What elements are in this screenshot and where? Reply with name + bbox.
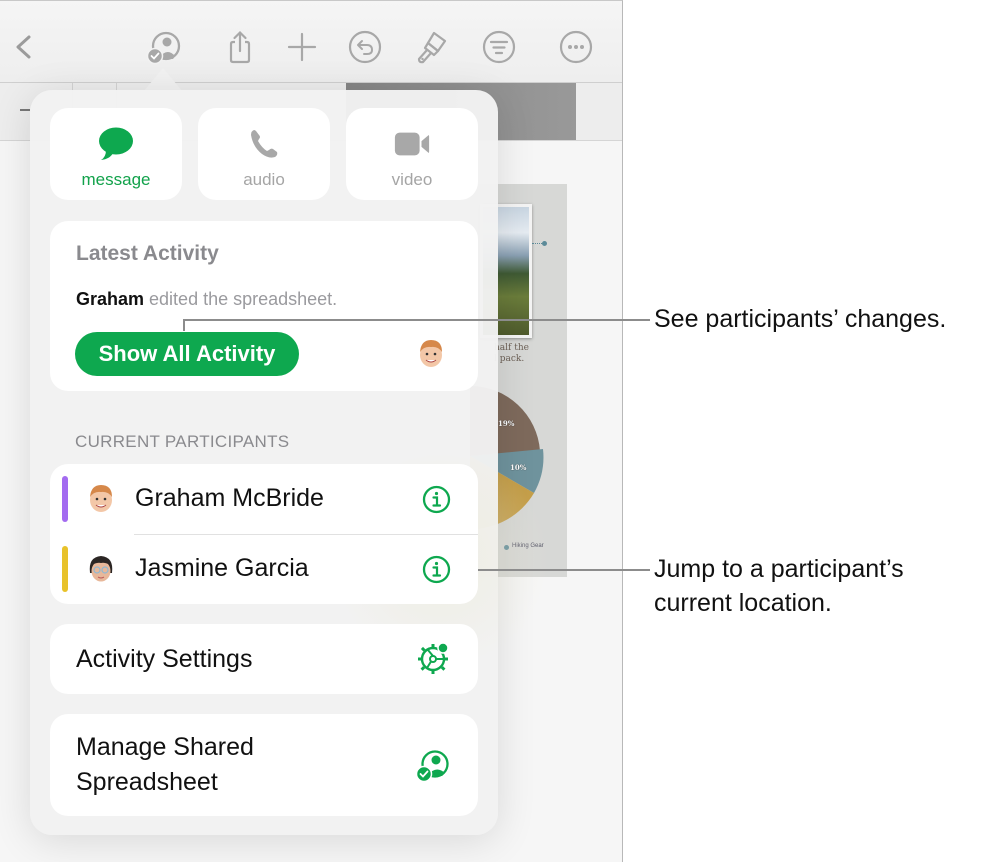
- legend-label: Hiking Gear: [512, 543, 544, 549]
- back-chevron-icon[interactable]: [6, 29, 42, 65]
- message-bubble-icon: [97, 127, 135, 161]
- audio-button[interactable]: audio: [198, 108, 330, 200]
- participants-card: Graham McBride Jasmine Garcia: [50, 464, 478, 604]
- callout-line-text: current location.: [654, 589, 832, 617]
- activity-action: edited the spreadsheet.: [144, 289, 338, 309]
- pie-label: 19%: [498, 419, 515, 428]
- format-brush-icon[interactable]: [414, 29, 450, 65]
- latest-activity-title: Latest Activity: [76, 242, 219, 265]
- callout-leader-line: [183, 319, 185, 331]
- participant-color-bar: [62, 546, 68, 592]
- legend-swatch: [504, 545, 509, 550]
- pie-label: 10%: [510, 463, 527, 472]
- caption-line: half the: [494, 343, 529, 353]
- manage-shared-spreadsheet-button[interactable]: Manage Shared Spreadsheet: [50, 714, 478, 816]
- callout-leader-line: [478, 569, 650, 571]
- info-icon[interactable]: [422, 555, 451, 584]
- message-label: message: [81, 170, 151, 189]
- callout-see-changes: See participants’ changes.: [654, 305, 947, 333]
- share-icon[interactable]: [222, 29, 258, 65]
- video-camera-icon: [393, 127, 431, 161]
- add-icon[interactable]: [284, 29, 320, 65]
- minus-icon[interactable]: [20, 109, 30, 111]
- activity-actor: Graham: [76, 289, 145, 309]
- info-icon[interactable]: [422, 485, 451, 514]
- callout-jump-location: Jump to a participant’s current location…: [654, 552, 904, 620]
- collaborate-icon[interactable]: [146, 29, 182, 65]
- participant-name: Jasmine Garcia: [135, 554, 309, 582]
- participant-row[interactable]: Graham McBride: [50, 464, 478, 535]
- callout-leader-line: [183, 319, 650, 321]
- video-button[interactable]: video: [346, 108, 478, 200]
- jasmine-avatar: [88, 553, 114, 583]
- audio-label: audio: [243, 170, 285, 189]
- undo-icon[interactable]: [347, 29, 383, 65]
- activity-settings-label: Activity Settings: [76, 645, 253, 673]
- message-button[interactable]: message: [50, 108, 182, 200]
- participant-name: Graham McBride: [135, 484, 324, 512]
- activity-settings-gear-icon: [415, 641, 451, 677]
- connector-dot: [542, 241, 547, 246]
- manage-label-line: Manage Shared: [76, 733, 254, 761]
- graham-avatar: [418, 338, 444, 368]
- participant-row[interactable]: Jasmine Garcia: [50, 534, 478, 604]
- graham-avatar: [88, 483, 114, 513]
- callout-line-text: Jump to a participant’s: [654, 555, 904, 583]
- organize-filter-icon[interactable]: [481, 29, 517, 65]
- participant-color-bar: [62, 476, 68, 522]
- activity-settings-button[interactable]: Activity Settings: [50, 624, 478, 694]
- popover-arrow: [143, 68, 183, 92]
- show-all-activity-button[interactable]: Show All Activity: [75, 332, 299, 376]
- caption-line: l pack.: [494, 354, 525, 364]
- more-icon[interactable]: [558, 29, 594, 65]
- video-label: video: [391, 170, 433, 189]
- manage-label-line: Spreadsheet: [76, 768, 218, 796]
- latest-activity-description: Graham edited the spreadsheet.: [76, 289, 337, 310]
- document-caption: half the l pack.: [494, 343, 529, 365]
- manage-shared-label: Manage Shared Spreadsheet: [76, 730, 254, 800]
- current-participants-header: CURRENT PARTICIPANTS: [75, 432, 290, 451]
- latest-activity-card: Latest Activity Graham edited the spread…: [50, 221, 478, 391]
- phone-icon: [245, 127, 283, 161]
- manage-share-person-icon: [415, 748, 451, 784]
- toolbar: [0, 1, 622, 83]
